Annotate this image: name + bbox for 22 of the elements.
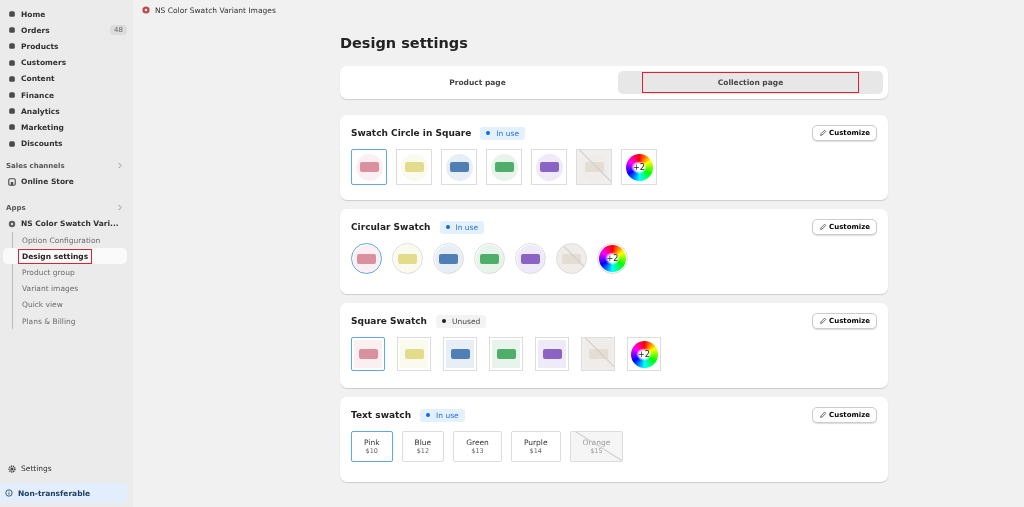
color-swatch[interactable]: +2	[597, 243, 628, 274]
color-swatch[interactable]	[351, 149, 387, 185]
section-title: Circular Swatch	[351, 222, 431, 232]
pencil-icon	[819, 129, 828, 137]
color-swatch[interactable]	[351, 243, 382, 274]
settings-icon	[8, 464, 16, 473]
pencil-icon	[819, 223, 828, 231]
section-title: Swatch Circle in Square	[351, 128, 472, 138]
page-title: Design settings	[340, 35, 469, 51]
pencil-icon	[819, 411, 828, 419]
pencil-icon	[819, 317, 828, 325]
store-icon	[8, 177, 16, 186]
section-title: Square Swatch	[351, 316, 427, 326]
app-logo-icon	[142, 6, 150, 14]
info-icon	[5, 489, 13, 497]
chevron-icon[interactable]	[117, 204, 122, 212]
color-swatch[interactable]: +2	[627, 337, 661, 371]
color-swatch[interactable]	[351, 337, 385, 371]
app-icon	[8, 219, 16, 228]
chevron-icon[interactable]	[117, 162, 122, 170]
section-title: Text swatch	[351, 410, 412, 420]
color-swatch[interactable]: +2	[621, 149, 657, 185]
